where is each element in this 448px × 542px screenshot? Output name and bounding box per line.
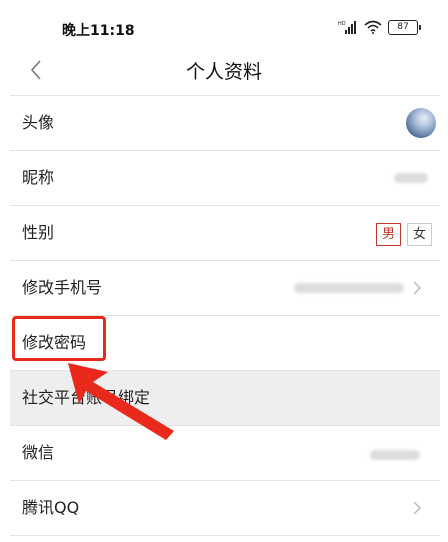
row-change-password[interactable]: 修改密码 [10,315,440,370]
page-title: 个人资料 [185,61,262,83]
gender-male-button[interactable]: 男 [376,223,401,246]
nickname-value-blurred [394,173,428,183]
row-qq[interactable]: 腾讯QQ [10,480,440,535]
chevron-right-icon [413,501,422,515]
signal-icon: HD [338,21,356,34]
row-wechat[interactable]: 微信 [10,425,440,480]
status-time: 晚上11:18 [62,23,135,39]
list-divider [10,535,440,536]
row-label-qq: 腾讯QQ [22,498,80,517]
phone-value-blurred [294,283,404,293]
row-label-nickname: 昵称 [22,168,55,187]
row-change-phone[interactable]: 修改手机号 [10,260,440,315]
nav-bar: 个人资料 [0,46,448,94]
row-social-binding[interactable]: 社交平台账号绑定 [10,370,440,425]
wechat-value-blurred [370,450,420,460]
avatar [406,108,436,138]
status-icons: HD 87 [338,18,421,36]
gender-selector: 男 女 [376,223,432,246]
row-nickname[interactable]: 昵称 [10,150,440,205]
row-label-avatar: 头像 [22,113,55,132]
row-label-change-phone: 修改手机号 [22,278,103,297]
status-bar: 晚上11:18 HD 87 [0,0,448,46]
row-gender: 性别 男 女 [10,205,440,260]
row-label-wechat: 微信 [22,443,55,462]
wifi-icon [364,20,382,34]
row-avatar[interactable]: 头像 [10,95,440,150]
row-label-change-password: 修改密码 [22,333,87,352]
chevron-right-icon [413,281,422,295]
row-label-social-binding: 社交平台账号绑定 [22,388,151,407]
battery-icon: 87 [388,19,421,35]
row-label-gender: 性别 [22,223,55,242]
gender-female-button[interactable]: 女 [407,223,432,246]
hd-label: HD [338,21,346,27]
